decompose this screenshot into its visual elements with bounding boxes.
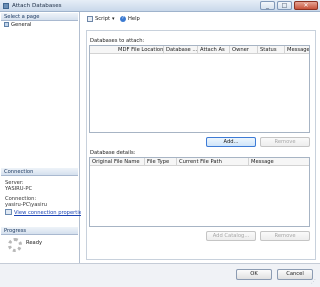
window-title: Attach Databases (12, 3, 62, 9)
script-dropdown-arrow[interactable]: ▾ (112, 16, 115, 22)
grid-header: MDF File Location Database ... Attach As… (90, 46, 309, 54)
col-database[interactable]: Database ... (164, 46, 198, 54)
script-icon (87, 16, 93, 22)
help-button[interactable]: Help (128, 16, 140, 22)
resize-grip-icon[interactable]: ⋰ (311, 279, 318, 286)
databases-to-attach-label: Databases to attach: (90, 38, 145, 44)
add-catalog-button[interactable]: Add Catalog... (206, 231, 256, 241)
grid-header: Original File Name File Type Current Fil… (90, 158, 309, 166)
col-owner[interactable]: Owner (230, 46, 258, 54)
cancel-button[interactable]: Cancel (277, 269, 313, 280)
progress-spinner-icon (8, 238, 22, 252)
close-button[interactable]: ✕ (294, 1, 318, 10)
add-button[interactable]: Add... (206, 137, 256, 147)
col-attach-as[interactable]: Attach As (198, 46, 230, 54)
progress-header: Progress (1, 227, 78, 235)
progress-status: Ready (26, 240, 43, 246)
database-details-label: Database details: (90, 150, 136, 156)
databases-to-attach-grid[interactable]: MDF File Location Database ... Attach As… (89, 45, 310, 133)
server-value: YASIRU-PC (5, 186, 33, 192)
col-original-file-name[interactable]: Original File Name (90, 158, 145, 166)
col-message[interactable]: Message (285, 46, 309, 54)
app-icon (3, 3, 9, 9)
remove-database-button[interactable]: Remove (260, 137, 310, 147)
select-page-header: Select a page (1, 13, 78, 21)
connection-properties-icon (5, 209, 12, 215)
ok-button[interactable]: OK (236, 269, 272, 280)
page-icon (4, 22, 9, 27)
minimize-button[interactable]: _ (260, 1, 275, 10)
script-button[interactable]: Script (95, 16, 110, 22)
title-bar: Attach Databases _ □ ✕ (0, 0, 320, 12)
col-mdf-file-location[interactable]: MDF File Location (90, 46, 164, 54)
page-item-general[interactable]: General (4, 22, 31, 29)
col-status[interactable]: Status (258, 46, 285, 54)
left-pane (0, 12, 80, 263)
database-details-grid[interactable]: Original File Name File Type Current Fil… (89, 157, 310, 227)
view-connection-properties-link[interactable]: View connection properties (14, 210, 85, 216)
toolbar: Script ▾ ? Help (81, 12, 320, 26)
connection-value: yasiru-PC\yasiru (5, 202, 47, 208)
remove-detail-button[interactable]: Remove (260, 231, 310, 241)
col-details-message[interactable]: Message (249, 158, 309, 166)
maximize-button[interactable]: □ (277, 1, 292, 10)
col-current-file-path[interactable]: Current File Path (177, 158, 249, 166)
footer-bar (0, 263, 320, 287)
connection-header: Connection (1, 168, 78, 176)
help-icon[interactable]: ? (120, 16, 126, 22)
col-file-type[interactable]: File Type (145, 158, 177, 166)
page-item-label: General (11, 22, 32, 28)
